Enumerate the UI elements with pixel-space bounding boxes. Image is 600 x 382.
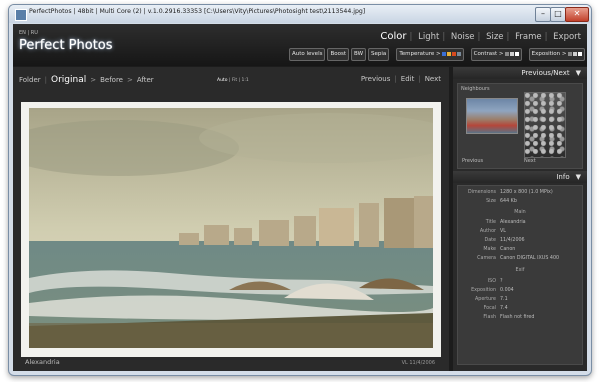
before-view[interactable]: Before [100,76,123,84]
zoom-fit[interactable]: Fit [232,78,237,83]
top-nav: Color | Light | Noise | Size | Frame | Export [380,31,581,42]
previous-link[interactable]: Previous [361,75,391,83]
photo-frame [21,102,441,357]
neighbours-box: Neighbours Previous Next [457,83,583,169]
view-mode-nav: Folder | Original > Before > After [19,75,154,85]
temp-swatch-grey[interactable] [456,51,461,56]
info-section-exif: Exif [515,268,525,273]
image-viewer: Folder | Original > Before > After Auto | Fit … [13,67,449,371]
boost-button[interactable]: Boost [327,48,349,61]
exposition-label: Exposition > [531,51,567,57]
chevron-down-icon[interactable]: ▼ [576,69,581,77]
exposition-swatch-2[interactable] [572,51,577,56]
edit-link[interactable]: Edit [401,75,415,83]
language-switch: EN | RU [19,30,38,36]
photo-caption: Alexandria [25,358,60,366]
exposition-swatch-1[interactable] [567,51,572,56]
zoom-auto[interactable]: Auto [217,78,227,83]
contrast-swatch-2[interactable] [509,51,514,56]
folder-link[interactable]: Folder [19,76,41,84]
info-row: Focal 7.4 [483,306,508,311]
info-row: Make Canon [483,247,516,252]
nav-size[interactable]: Size [486,32,503,42]
app-header: EN | RU Perfect Photos Color | Light | Noi… [13,24,587,66]
info-row: Date 11/4/2006 [484,238,525,243]
lang-ru[interactable]: RU [31,30,38,36]
info-box: Dimensions 1280 x 800 (1.0 MPix) Size 644 … [457,185,583,365]
temp-swatch-orange[interactable] [451,51,456,56]
close-button[interactable]: ✕ [565,7,589,22]
info-row: ISO? [487,279,503,284]
prevnext-title: Previous/Next [521,69,570,77]
chevron-right-icon: > [90,76,97,84]
app-icon [15,9,27,21]
neighbours-label: Neighbours [461,86,490,92]
auto-levels-button[interactable]: Auto levels [289,48,326,61]
contrast-label: Contrast > [473,51,504,57]
original-view[interactable]: Original [51,75,86,85]
zoom-1to1[interactable]: 1:1 [242,78,249,83]
previous-thumb-label: Previous [462,158,484,164]
bw-button[interactable]: BW [351,48,367,61]
next-thumb-label: Next [524,158,536,164]
info-row: Exposition 0.004 [471,288,514,293]
nav-noise[interactable]: Noise [451,32,475,42]
chevron-down-icon[interactable]: ▼ [576,173,581,181]
temp-swatch-blue[interactable] [441,51,446,56]
sepia-button[interactable]: Sepia [368,48,390,61]
info-title: Info [556,173,570,181]
temperature-label: Temperature > [399,51,441,57]
app-logo: Perfect Photos [19,38,113,53]
contrast-swatch-3[interactable] [514,51,519,56]
minimize-button[interactable]: – [535,7,551,22]
exposition-control[interactable]: Exposition > [528,48,585,61]
temperature-control[interactable]: Temperature > [396,48,464,61]
nav-export[interactable]: Export [553,32,581,42]
info-section-main: Main [514,210,526,215]
zoom-selector: Auto | Fit | 1:1 [217,78,249,83]
info-row: Camera Canon DIGITAL IXUS 400 [477,256,560,261]
info-row: Size 644 Kb [486,199,517,204]
exposition-swatch-3[interactable] [577,51,582,56]
contrast-swatch-1[interactable] [504,51,509,56]
title-bar[interactable]: PerfectPhotos | 48bit | Multi Core (2) |… [9,5,591,23]
info-row: Title Alexandria [485,220,526,225]
maximize-button[interactable]: □ [550,7,566,22]
lang-en[interactable]: EN [19,30,26,36]
nav-color[interactable]: Color [380,31,406,42]
adjust-toolbar: Auto levels Boost BW Sepia Temperature > Co… [289,48,587,61]
next-link[interactable]: Next [425,75,441,83]
info-row: Author VL [479,229,506,234]
info-row: Dimensions 1280 x 800 (1.0 MPix) [468,190,553,195]
nav-frame[interactable]: Frame [515,32,541,42]
image-nav: Previous | Edit | Next [360,75,441,83]
seascape-image [29,108,433,348]
side-panel: Previous/Next ▼ Neighbours Previous Next … [453,67,587,371]
nav-light[interactable]: Light [418,32,439,42]
previous-thumbnail[interactable] [466,98,518,134]
info-header[interactable]: Info ▼ [453,171,587,183]
main-photo[interactable] [29,108,433,348]
temp-swatch-yellow[interactable] [446,51,451,56]
photo-credit: VL 11/4/2006 [401,360,435,366]
next-thumbnail[interactable] [524,92,566,158]
app-window: PerfectPhotos | 48bit | Multi Core (2) |… [8,4,592,376]
chevron-right-icon: > [126,76,133,84]
prevnext-header[interactable]: Previous/Next ▼ [453,67,587,79]
window-title: PerfectPhotos | 48bit | Multi Core (2) |… [29,8,366,15]
info-row: Flash Flash not fired [483,315,535,320]
contrast-control[interactable]: Contrast > [470,48,522,61]
client-area: EN | RU Perfect Photos Color | Light | Noi… [13,24,587,371]
info-row: Aperture 7.1 [475,297,508,302]
after-view[interactable]: After [137,76,154,84]
